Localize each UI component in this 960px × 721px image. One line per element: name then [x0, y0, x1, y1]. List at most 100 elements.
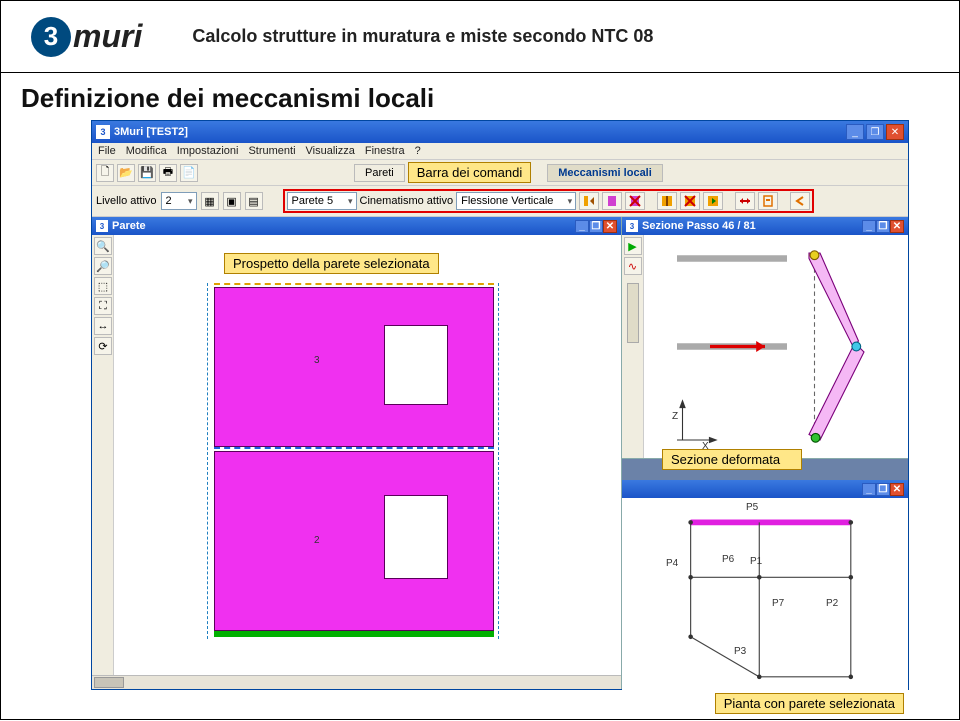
zoom-in-icon[interactable]: 🔍: [94, 237, 112, 255]
panel-icon: 3: [96, 220, 108, 232]
panel-sec-close[interactable]: ✕: [890, 220, 904, 233]
plan-p4: P4: [666, 558, 678, 569]
opening-floor-3: [384, 325, 448, 405]
close-button[interactable]: ✕: [886, 124, 904, 140]
plan-drawing: [622, 498, 908, 718]
section-canvas[interactable]: Z X: [644, 235, 908, 458]
panel-plan-close[interactable]: ✕: [890, 483, 904, 496]
right-column: 3 Sezione Passo 46 / 81 _ ❐ ✕ ▶ ∿: [622, 217, 908, 689]
h-scrollbar[interactable]: [92, 675, 621, 689]
cmd-icon-3[interactable]: [625, 192, 645, 210]
menu-modifica[interactable]: Modifica: [126, 145, 167, 157]
panel-sezione-title: Sezione Passo 46 / 81: [642, 220, 862, 232]
cmd-icon-4[interactable]: [657, 192, 677, 210]
panel-parete: 3 Parete _ ❐ ✕ 🔍 🔎 ⬚ ⛶ ↔ ⟳ Prospetto del…: [92, 217, 622, 689]
menu-impostazioni[interactable]: Impostazioni: [177, 145, 239, 157]
zoom-window-icon[interactable]: ⬚: [94, 277, 112, 295]
plan-p6: P6: [722, 554, 734, 565]
wall-floor-3: [214, 287, 494, 447]
menu-help[interactable]: ?: [415, 145, 421, 157]
axis-z: Z: [672, 411, 678, 422]
plan-p2: P2: [826, 598, 838, 609]
layers-icon[interactable]: ▤: [245, 192, 263, 210]
livello-select[interactable]: 2: [161, 192, 197, 210]
command-bar-highlight: Parete 5 Cinematismo attivo Flessione Ve…: [283, 189, 815, 213]
panel-parete-title: Parete: [112, 220, 575, 232]
app-icon: 3: [96, 125, 110, 139]
view-tools: 🔍 🔎 ⬚ ⛶ ↔ ⟳: [92, 235, 114, 675]
menu-finestra[interactable]: Finestra: [365, 145, 405, 157]
zoom-extents-icon[interactable]: ⛶: [94, 297, 112, 315]
app-window: 3 3Muri [TEST2] _ ❐ ✕ File Modifica Impo…: [91, 120, 909, 690]
step-slider[interactable]: [627, 283, 639, 343]
new-icon[interactable]: 🗋: [96, 164, 114, 182]
panel-sezione-titlebar[interactable]: 3 Sezione Passo 46 / 81 _ ❐ ✕: [622, 217, 908, 235]
plan-p1: P1: [750, 556, 762, 567]
parete-select[interactable]: Parete 5: [287, 192, 357, 210]
pan-icon[interactable]: ↔: [94, 317, 112, 335]
panel-plan-titlebar[interactable]: _ ❐ ✕: [622, 480, 908, 498]
toolbar-secondary: Livello attivo 2 ▦ ▣ ▤ Parete 5 Cinemati…: [92, 186, 908, 217]
panel-close-button[interactable]: ✕: [603, 220, 617, 233]
menu-file[interactable]: File: [98, 145, 116, 157]
cinematismo-select[interactable]: Flessione Verticale: [456, 192, 576, 210]
logo: 3 muri: [31, 17, 142, 57]
save-icon[interactable]: 💾: [138, 164, 156, 182]
panel-icon: 3: [626, 220, 638, 232]
plan-p7: P7: [772, 598, 784, 609]
cmd-icon-2[interactable]: [602, 192, 622, 210]
panel-plan-max[interactable]: ❐: [876, 483, 890, 496]
callout-comandi: Barra dei comandi: [408, 162, 532, 183]
logo-text: muri: [73, 18, 142, 55]
floor-label-2: 2: [314, 535, 320, 546]
livello-label: Livello attivo: [96, 195, 157, 207]
panel-sec-max[interactable]: ❐: [876, 220, 890, 233]
panel-min-button[interactable]: _: [575, 220, 589, 233]
callout-pianta: Pianta con parete selezionata: [715, 693, 904, 714]
menu-strumenti[interactable]: Strumenti: [248, 145, 295, 157]
zoom-out-icon[interactable]: 🔎: [94, 257, 112, 275]
parete-canvas[interactable]: Prospetto della parete selezionata 3 2: [114, 235, 621, 675]
refresh-icon[interactable]: ⟳: [94, 337, 112, 355]
wall-floor-2: [214, 451, 494, 631]
view3d-icon[interactable]: ▣: [223, 192, 241, 210]
plan-p3: P3: [734, 646, 746, 657]
section-drawing: [644, 235, 908, 458]
page-subtitle: Definizione dei meccanismi locali: [1, 73, 959, 120]
section-tools: ▶ ∿: [622, 235, 644, 458]
cmd-icon-8[interactable]: [758, 192, 778, 210]
cmd-icon-5[interactable]: [680, 192, 700, 210]
cmd-icon-7[interactable]: [735, 192, 755, 210]
cmd-icon-1[interactable]: [579, 192, 599, 210]
tab-pareti[interactable]: Pareti: [354, 164, 405, 182]
opening-floor-2: [384, 495, 448, 579]
panel-sezione: 3 Sezione Passo 46 / 81 _ ❐ ✕ ▶ ∿: [622, 217, 908, 459]
callout-prospetto: Prospetto della parete selezionata: [224, 253, 439, 274]
panel-sec-min[interactable]: _: [862, 220, 876, 233]
app-title: 3Muri [TEST2]: [110, 126, 846, 138]
panel-plan-min[interactable]: _: [862, 483, 876, 496]
cmd-icon-6[interactable]: [703, 192, 723, 210]
open-icon[interactable]: 📂: [117, 164, 135, 182]
play-icon[interactable]: ▶: [624, 237, 642, 255]
panel-parete-titlebar[interactable]: 3 Parete _ ❐ ✕: [92, 217, 621, 235]
workarea: 3 Parete _ ❐ ✕ 🔍 🔎 ⬚ ⛶ ↔ ⟳ Prospetto del…: [92, 217, 908, 689]
report-icon[interactable]: 📄: [180, 164, 198, 182]
logo-badge: 3: [31, 17, 71, 57]
cmd-icon-9[interactable]: [790, 192, 810, 210]
wave-icon[interactable]: ∿: [624, 257, 642, 275]
minimize-button[interactable]: _: [846, 124, 864, 140]
print-icon[interactable]: 🖶: [159, 164, 177, 182]
grid-icon[interactable]: ▦: [201, 192, 219, 210]
tagline: Calcolo strutture in muratura e miste se…: [192, 26, 653, 47]
cinematismo-label: Cinematismo attivo: [360, 195, 454, 207]
panel-max-button[interactable]: ❐: [589, 220, 603, 233]
tab-meccanismi[interactable]: Meccanismi locali: [547, 164, 663, 182]
maximize-button[interactable]: ❐: [866, 124, 884, 140]
floor-label-3: 3: [314, 355, 320, 366]
toolbar-main: 🗋 📂 💾 🖶 📄 Pareti Barra dei comandi Mecca…: [92, 160, 908, 186]
menu-visualizza[interactable]: Visualizza: [306, 145, 355, 157]
app-titlebar[interactable]: 3 3Muri [TEST2] _ ❐ ✕: [92, 121, 908, 143]
callout-sezione: Sezione deformata: [662, 449, 802, 470]
plan-canvas[interactable]: P5 P4 P6 P1 P7 P2 P3 Pianta con parete s…: [622, 498, 908, 718]
